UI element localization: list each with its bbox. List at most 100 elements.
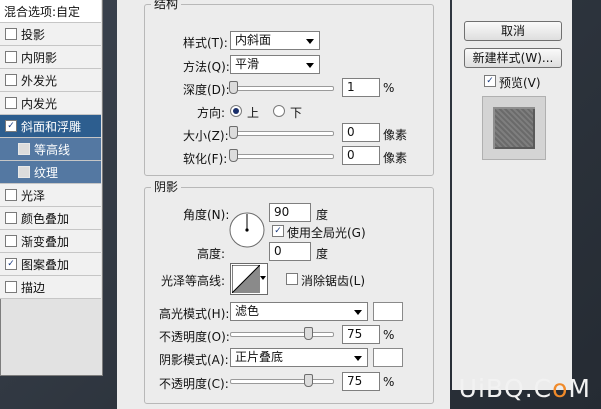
blending-options-item[interactable]: 混合选项:自定	[0, 0, 101, 23]
depth-label: 深度(D):	[183, 83, 230, 97]
highlight-opacity-label: 不透明度(O):	[159, 330, 230, 344]
shading-legend: 阴影	[151, 178, 182, 195]
sidebar-item-label: 外发光	[21, 73, 58, 88]
depth-slider-thumb[interactable]	[229, 81, 238, 94]
bevel-emboss-checkbox[interactable]: ✓	[5, 120, 17, 132]
altitude-input[interactable]: 0	[269, 242, 311, 261]
chevron-down-icon	[354, 356, 362, 361]
shadow-mode-select[interactable]: 正片叠底	[230, 348, 368, 367]
sidebar-item-drop-shadow[interactable]: 投影	[0, 23, 101, 46]
styles-sidebar: 混合选项:自定 投影 内阴影 外发光 内发光 ✓ 斜面和浮雕 等高线 纹理 光泽…	[0, 0, 103, 376]
site-watermark: UiBQ.CoM	[459, 374, 591, 403]
sidebar-item-stroke[interactable]: 描边	[0, 276, 101, 299]
structure-legend: 结构	[151, 0, 182, 12]
shadow-opacity-slider-thumb[interactable]	[304, 374, 313, 387]
size-input[interactable]: 0	[342, 123, 380, 142]
chevron-down-icon	[306, 39, 314, 44]
direction-up-radio[interactable]	[230, 105, 242, 117]
cancel-button[interactable]: 取消	[464, 21, 562, 41]
altitude-label: 高度:	[197, 247, 226, 261]
method-select[interactable]: 平滑	[230, 55, 320, 74]
angle-input[interactable]: 90	[269, 203, 311, 222]
inner-shadow-checkbox[interactable]	[5, 51, 17, 63]
contour-checkbox[interactable]	[18, 143, 30, 155]
sidebar-item-satin[interactable]: 光泽	[0, 184, 101, 207]
preview-swatch	[493, 107, 535, 149]
sidebar-item-inner-glow[interactable]: 内发光	[0, 92, 101, 115]
soften-slider-thumb[interactable]	[229, 149, 238, 162]
highlight-mode-label: 高光模式(H):	[159, 307, 230, 321]
direction-down-label: 下	[290, 106, 303, 120]
highlight-opacity-input[interactable]: 75	[342, 325, 380, 344]
angle-unit: 度	[316, 208, 329, 222]
highlight-opacity-slider-thumb[interactable]	[304, 327, 313, 340]
direction-label: 方向:	[197, 106, 226, 120]
preview-label: 预览(V)	[499, 76, 541, 90]
shadow-opacity-label: 不透明度(C):	[159, 377, 229, 391]
global-light-label: 使用全局光(G)	[287, 226, 366, 240]
sidebar-item-gradient-overlay[interactable]: 渐变叠加	[0, 230, 101, 253]
sidebar-item-label: 纹理	[34, 165, 59, 180]
satin-checkbox[interactable]	[5, 189, 17, 201]
highlight-opacity-unit: %	[383, 328, 395, 342]
soften-input[interactable]: 0	[342, 146, 380, 165]
sidebar-item-contour[interactable]: 等高线	[0, 138, 101, 161]
texture-checkbox[interactable]	[18, 166, 30, 178]
sidebar-item-label: 内阴影	[21, 50, 58, 65]
sidebar-item-outer-glow[interactable]: 外发光	[0, 69, 101, 92]
sidebar-item-label: 描边	[21, 280, 46, 295]
sidebar-item-label: 渐变叠加	[21, 234, 70, 249]
stroke-checkbox[interactable]	[5, 281, 17, 293]
sidebar-item-inner-shadow[interactable]: 内阴影	[0, 46, 101, 69]
color-overlay-checkbox[interactable]	[5, 212, 17, 224]
sidebar-item-label: 投影	[21, 27, 46, 42]
chevron-down-icon	[260, 276, 266, 280]
depth-input[interactable]: 1	[342, 78, 380, 97]
chevron-down-icon	[354, 310, 362, 315]
highlight-mode-select[interactable]: 滤色	[230, 302, 368, 321]
inner-glow-checkbox[interactable]	[5, 97, 17, 109]
method-select-value: 平滑	[235, 57, 260, 71]
soften-label: 软化(F):	[183, 152, 228, 166]
size-slider-thumb[interactable]	[229, 126, 238, 139]
angle-label: 角度(N):	[183, 208, 230, 222]
preview-checkbox[interactable]: ✓	[484, 75, 496, 87]
size-slider-track[interactable]	[230, 131, 334, 136]
style-label: 样式(T):	[183, 36, 228, 50]
direction-down-radio[interactable]	[273, 105, 285, 117]
sidebar-item-bevel-emboss[interactable]: ✓ 斜面和浮雕	[0, 115, 101, 138]
watermark-o: o	[552, 374, 569, 403]
gloss-contour-picker[interactable]	[230, 263, 268, 295]
style-select[interactable]: 内斜面	[230, 31, 320, 50]
dialog-controls: 取消 新建样式(W)... ✓ 预览(V)	[452, 0, 572, 390]
shadow-color-swatch[interactable]	[373, 348, 403, 367]
sidebar-item-label: 内发光	[21, 96, 58, 111]
sidebar-item-label: 斜面和浮雕	[21, 119, 82, 134]
sidebar-item-label: 颜色叠加	[21, 211, 70, 226]
shadow-opacity-input[interactable]: 75	[342, 372, 380, 391]
new-style-button[interactable]: 新建样式(W)...	[464, 48, 562, 68]
highlight-color-swatch[interactable]	[373, 302, 403, 321]
watermark-suffix: M	[568, 374, 591, 403]
antialias-checkbox[interactable]	[286, 273, 298, 285]
size-unit: 像素	[383, 128, 408, 142]
sidebar-item-pattern-overlay[interactable]: ✓ 图案叠加	[0, 253, 101, 276]
gradient-overlay-checkbox[interactable]	[5, 235, 17, 247]
outer-glow-checkbox[interactable]	[5, 74, 17, 86]
sidebar-item-texture[interactable]: 纹理	[0, 161, 101, 184]
highlight-mode-value: 滤色	[235, 304, 260, 318]
style-preview-thumbnail	[482, 96, 546, 160]
soften-slider-track[interactable]	[230, 154, 334, 159]
depth-unit: %	[383, 81, 395, 95]
angle-dial[interactable]	[228, 211, 266, 249]
sidebar-item-label: 光泽	[21, 188, 46, 203]
shadow-opacity-slider-track[interactable]	[230, 379, 334, 384]
drop-shadow-checkbox[interactable]	[5, 28, 17, 40]
highlight-opacity-slider-track[interactable]	[230, 332, 334, 337]
pattern-overlay-checkbox[interactable]: ✓	[5, 258, 17, 270]
global-light-checkbox[interactable]: ✓	[272, 225, 284, 237]
sidebar-item-color-overlay[interactable]: 颜色叠加	[0, 207, 101, 230]
shadow-mode-value: 正片叠底	[235, 350, 284, 364]
shadow-mode-label: 阴影模式(A):	[159, 353, 229, 367]
depth-slider-track[interactable]	[230, 86, 334, 91]
